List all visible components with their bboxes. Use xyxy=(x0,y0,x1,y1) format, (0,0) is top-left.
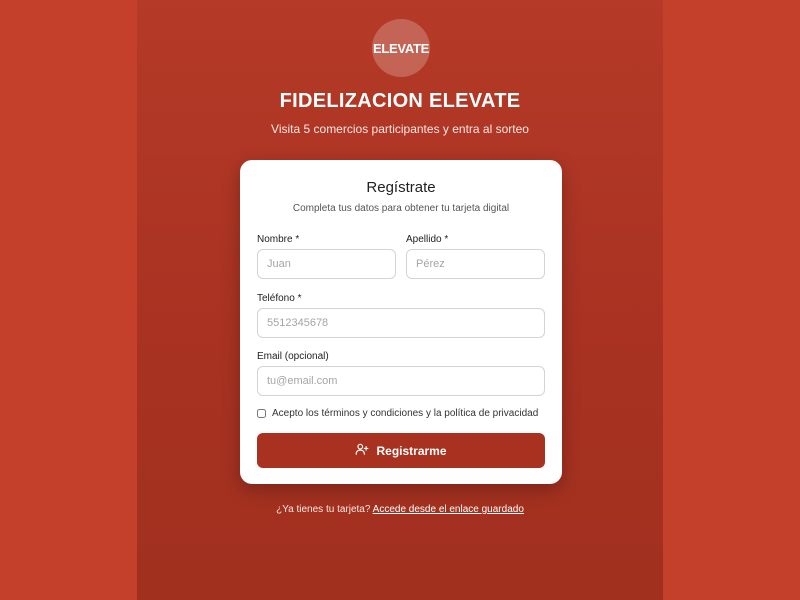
terms-row: Acepto los términos y condiciones y la p… xyxy=(257,408,538,419)
terms-label[interactable]: Acepto los términos y condiciones y la p… xyxy=(272,408,538,419)
registration-card: Regístrate Completa tus datos para obten… xyxy=(240,160,562,484)
footer: ¿Ya tienes tu tarjeta? Accede desde el e… xyxy=(0,504,800,515)
page-title: FIDELIZACION ELEVATE xyxy=(279,90,521,112)
email-label: Email (opcional) xyxy=(257,351,329,362)
telefono-input[interactable] xyxy=(257,308,545,338)
nombre-input[interactable] xyxy=(257,249,396,279)
register-button[interactable]: Registrarme xyxy=(257,433,545,468)
terms-checkbox[interactable] xyxy=(257,409,266,418)
nombre-label: Nombre * xyxy=(257,234,300,245)
saved-link[interactable]: Accede desde el enlace guardado xyxy=(373,504,524,515)
register-button-label: Registrarme xyxy=(376,443,447,458)
apellido-input[interactable] xyxy=(406,249,545,279)
card-title: Regístrate xyxy=(366,179,436,196)
apellido-label: Apellido * xyxy=(406,234,449,245)
logo-text: ELEVATE xyxy=(373,40,429,56)
page-subtitle: Visita 5 comercios participantes y entra… xyxy=(271,122,529,136)
email-input[interactable] xyxy=(257,366,545,396)
telefono-label: Teléfono * xyxy=(257,293,302,304)
user-plus-icon xyxy=(355,442,369,459)
brand-logo: ELEVATE xyxy=(372,19,430,77)
card-subtitle: Completa tus datos para obtener tu tarje… xyxy=(292,203,510,214)
footer-prompt: ¿Ya tienes tu tarjeta? xyxy=(276,504,371,515)
